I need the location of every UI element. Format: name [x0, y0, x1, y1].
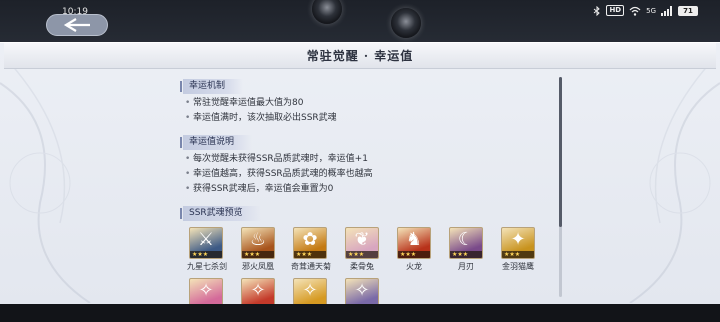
wifi-icon: [629, 6, 641, 16]
creature-icon: ✧: [198, 280, 214, 301]
moon-blade-icon: ☾: [457, 229, 475, 250]
weapon-portrait: ☾ ★★★: [449, 227, 483, 259]
star-rating: ★★★: [346, 251, 378, 258]
bluetooth-icon: [594, 5, 601, 16]
weapon-card[interactable]: ✿ ★★★ 奇茸通天菊: [291, 227, 331, 272]
weapon-card[interactable]: ⚔ ★★★ 九星七杀剑: [187, 227, 227, 272]
weapon-portrait: ✦ ★★★: [501, 227, 535, 259]
weapon-card[interactable]: ✧: [239, 278, 277, 305]
back-arrow-icon: [63, 18, 90, 32]
weapon-portrait: ✧: [345, 278, 379, 305]
weapon-name: 邪火凤凰: [242, 262, 274, 271]
battery-icon: 71: [678, 5, 698, 16]
list-item: 幸运值满时，该次抽取必出SSR武魂: [185, 111, 550, 126]
signal-icon: [661, 5, 672, 16]
section-heading: 幸运值说明: [180, 135, 253, 150]
weapon-grid-row: ✧ ✧ ✧ ✧: [180, 278, 550, 305]
section-luck-explanation: 幸运值说明 每次觉醒未获得SSR品质武魂时，幸运值+1 幸运值越高，获得SSR品…: [180, 129, 550, 197]
decoration-left: [0, 63, 91, 303]
orb-icon: [312, 0, 342, 24]
weapon-name: 火龙: [406, 262, 422, 271]
star-rating: ★★★: [450, 251, 482, 258]
section-luck-mechanism: 幸运机制 常驻觉醒幸运值最大值为80 幸运值满时，该次抽取必出SSR武魂: [180, 73, 550, 126]
weapon-name: 月刃: [458, 262, 474, 271]
star-rating: ★★★: [242, 251, 274, 258]
star-rating: ★★★: [190, 251, 222, 258]
owl-icon: ✦: [510, 229, 526, 250]
sword-icon: ⚔: [197, 229, 215, 250]
weapon-name: 奇茸通天菊: [291, 262, 331, 271]
weapon-portrait: ♞ ★★★: [397, 227, 431, 259]
orb-icon: [391, 8, 421, 38]
scrollbar[interactable]: [559, 77, 562, 297]
bottom-bar: [0, 304, 720, 322]
weapon-portrait: ✿ ★★★: [293, 227, 327, 259]
list-item: 每次觉醒未获得SSR品质武魂时，幸运值+1: [185, 152, 550, 167]
weapon-card[interactable]: ♨ ★★★ 邪火凤凰: [239, 227, 277, 272]
hd-badge: HD: [606, 5, 625, 16]
decoration-right: [629, 63, 720, 303]
star-rating: ★★★: [294, 251, 326, 258]
weapon-card[interactable]: ❦ ★★★ 柔骨兔: [343, 227, 381, 272]
status-time: 10:19: [62, 7, 88, 17]
status-icons: HD 5G 71: [593, 5, 698, 16]
weapon-name: 金羽猫鹰: [502, 262, 534, 271]
weapon-card[interactable]: ✦ ★★★ 金羽猫鹰: [499, 227, 537, 272]
star-rating: ★★★: [502, 251, 534, 258]
creature-icon: ✧: [354, 280, 370, 301]
creature-icon: ✧: [302, 280, 318, 301]
list-item: 幸运值越高，获得SSR品质武魂的概率也越高: [185, 167, 550, 182]
weapon-name: 柔骨兔: [350, 262, 374, 271]
weapon-portrait: ❦ ★★★: [345, 227, 379, 259]
network-type-label: 5G: [646, 6, 656, 15]
weapon-portrait: ♨ ★★★: [241, 227, 275, 259]
list-item: 常驻觉醒幸运值最大值为80: [185, 96, 550, 111]
panel-title-bar: 常驻觉醒 · 幸运值: [4, 43, 716, 69]
weapon-card[interactable]: ✧: [291, 278, 329, 305]
section-ssr-preview: SSR武魂预览 ⚔ ★★★ 九星七杀剑 ♨ ★★★ 邪火凤凰 ✿ ★★★ 奇茸通天菊 ❦ ★★★ 柔骨…: [180, 200, 550, 305]
top-bar: 10:19 HD 5G 71: [0, 0, 720, 42]
list-item: 获得SSR武魂后，幸运值会重置为0: [185, 182, 550, 197]
weapon-grid-row: ⚔ ★★★ 九星七杀剑 ♨ ★★★ 邪火凤凰 ✿ ★★★ 奇茸通天菊 ❦ ★★★ 柔骨兔 ♞ ★★★ 火龙 ☾…: [180, 227, 550, 272]
scrollbar-thumb[interactable]: [559, 77, 562, 227]
star-rating: ★★★: [398, 251, 430, 258]
creature-icon: ✧: [250, 280, 266, 301]
dragon-icon: ♞: [405, 229, 423, 250]
section-heading: 幸运机制: [180, 79, 244, 94]
weapon-card[interactable]: ♞ ★★★ 火龙: [395, 227, 433, 272]
weapon-card[interactable]: ✧: [343, 278, 381, 305]
back-button[interactable]: [46, 14, 108, 36]
weapon-portrait: ✧: [293, 278, 327, 305]
phoenix-icon: ♨: [249, 229, 267, 250]
weapon-card[interactable]: ✧: [187, 278, 225, 305]
panel-title: 常驻觉醒 · 幸运值: [306, 49, 414, 63]
content-area[interactable]: 幸运机制 常驻觉醒幸运值最大值为80 幸运值满时，该次抽取必出SSR武魂 幸运值…: [180, 73, 550, 305]
weapon-card[interactable]: ☾ ★★★ 月刃: [447, 227, 485, 272]
rabbit-icon: ❦: [354, 229, 370, 250]
weapon-portrait: ⚔ ★★★: [189, 227, 223, 259]
section-heading: SSR武魂预览: [180, 206, 261, 221]
weapon-name: 九星七杀剑: [187, 262, 227, 271]
flower-icon: ✿: [302, 229, 318, 250]
weapon-portrait: ✧: [189, 278, 223, 305]
weapon-portrait: ✧: [241, 278, 275, 305]
luck-panel: 常驻觉醒 · 幸运值 幸运机制 常驻觉醒幸运值最大值为80 幸运值满时，该次抽取…: [0, 42, 720, 305]
